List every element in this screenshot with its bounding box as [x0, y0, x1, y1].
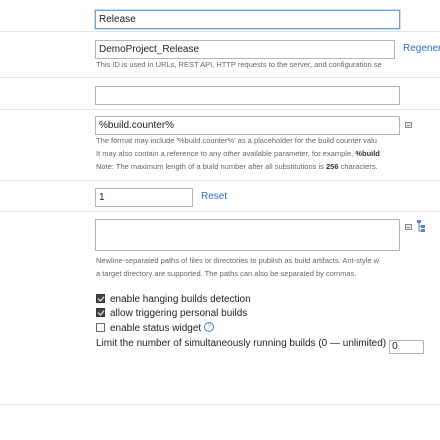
running-builds-limit-label: Limit the number of simultaneously runni…	[96, 338, 387, 349]
row-divider	[0, 31, 440, 32]
artifact-paths-note-1: Newline-separated paths of files or dire…	[96, 256, 380, 265]
running-builds-limit-row: Limit the number of simultaneously runni…	[96, 338, 425, 354]
row-divider	[0, 404, 440, 405]
row-divider	[0, 180, 440, 181]
build-number-format-note-2: It may also contain a reference to any o…	[96, 149, 380, 158]
build-config-id-note: This ID is used in URLs, REST API, HTTP …	[96, 60, 382, 69]
build-counter-input[interactable]: 1	[95, 188, 193, 207]
description-input[interactable]	[95, 86, 400, 105]
name-input[interactable]: Release	[95, 10, 400, 29]
tree-browse-icon[interactable]	[416, 219, 428, 238]
running-builds-limit-input[interactable]: 0	[389, 340, 425, 354]
artifact-paths-note-2: a target directory are supported. The pa…	[96, 269, 357, 278]
status-widget-option[interactable]: enable status widget?	[96, 322, 215, 334]
small-textbox-icon[interactable]	[405, 122, 412, 128]
personal-builds-checkbox[interactable]	[96, 308, 105, 317]
build-number-format-input[interactable]: %build.counter%	[95, 116, 400, 135]
row-divider	[0, 211, 440, 212]
status-widget-label: enable status widget	[110, 323, 202, 334]
build-number-format-note-3: Note: The maximum length of a build numb…	[96, 162, 378, 171]
hanging-builds-checkbox[interactable]	[96, 294, 105, 303]
hanging-builds-option[interactable]: enable hanging builds detection	[96, 294, 251, 306]
build-config-id-input[interactable]: DemoProject_Release	[95, 40, 395, 59]
hanging-builds-label: enable hanging builds detection	[110, 294, 251, 305]
row-divider	[0, 77, 440, 78]
artifact-paths-textarea[interactable]	[95, 219, 400, 251]
build-number-format-note-1: The format may include '%build.counter%'…	[96, 136, 377, 145]
reset-counter-link[interactable]: Reset	[201, 191, 227, 202]
personal-builds-option[interactable]: allow triggering personal builds	[96, 308, 247, 320]
small-textbox-icon[interactable]	[405, 224, 412, 230]
status-widget-checkbox[interactable]	[96, 323, 105, 332]
regenerate-id-link[interactable]: Regener	[403, 43, 440, 54]
help-icon[interactable]: ?	[204, 322, 215, 332]
row-divider	[0, 109, 440, 110]
personal-builds-label: allow triggering personal builds	[110, 308, 248, 319]
